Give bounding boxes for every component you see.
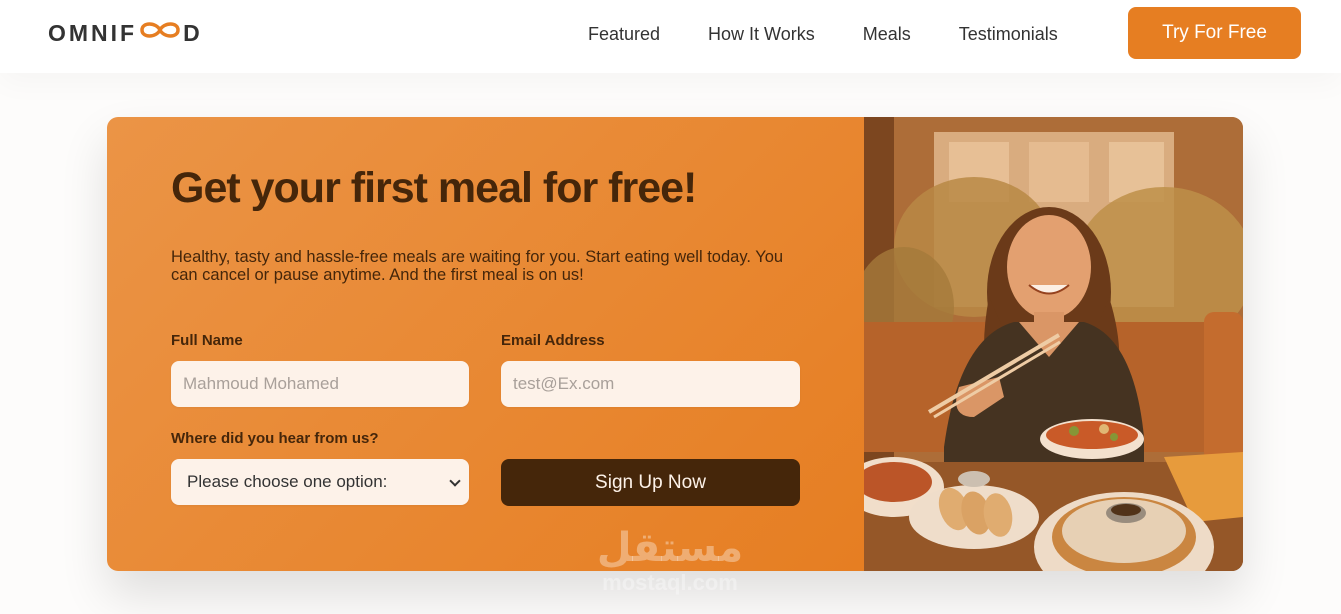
cta-headline: Get your first meal for free! xyxy=(171,164,697,212)
woman-eating-photo xyxy=(864,117,1243,571)
try-for-free-button[interactable]: Try For Free xyxy=(1128,7,1301,59)
nav-link-testimonials[interactable]: Testimonials xyxy=(959,24,1058,45)
nav-link-meals[interactable]: Meals xyxy=(863,24,911,45)
watermark-latin: mostaql.com xyxy=(602,570,738,595)
source-select[interactable]: Please choose one option: xyxy=(171,459,469,505)
source-select-value: Please choose one option: xyxy=(187,472,388,491)
cta-photo xyxy=(864,117,1243,571)
email-label: Email Address xyxy=(501,332,605,349)
sign-up-button[interactable]: Sign Up Now xyxy=(501,459,800,506)
email-input[interactable]: test@Ex.com xyxy=(501,361,800,407)
chevron-down-icon xyxy=(449,475,461,487)
infinity-logo-icon xyxy=(138,18,182,48)
logo-text-start: OMNIF xyxy=(48,19,138,46)
cta-card: Get your first meal for free! Healthy, t… xyxy=(107,117,1243,571)
source-label: Where did you hear from us? xyxy=(171,430,379,447)
site-header: OMNIF D Featured How It Works Meals Test… xyxy=(0,0,1341,73)
cta-description: Healthy, tasty and hassle-free meals are… xyxy=(171,248,784,285)
full-name-label: Full Name xyxy=(171,332,243,349)
main-nav: Featured How It Works Meals Testimonials xyxy=(588,22,1058,46)
full-name-input[interactable]: Mahmoud Mohamed xyxy=(171,361,469,407)
logo-text-end: D xyxy=(183,19,203,46)
nav-link-how-it-works[interactable]: How It Works xyxy=(708,24,815,45)
cta-form-panel: Get your first meal for free! Healthy, t… xyxy=(107,117,864,571)
nav-link-featured[interactable]: Featured xyxy=(588,24,660,45)
logo[interactable]: OMNIF D xyxy=(48,18,203,48)
